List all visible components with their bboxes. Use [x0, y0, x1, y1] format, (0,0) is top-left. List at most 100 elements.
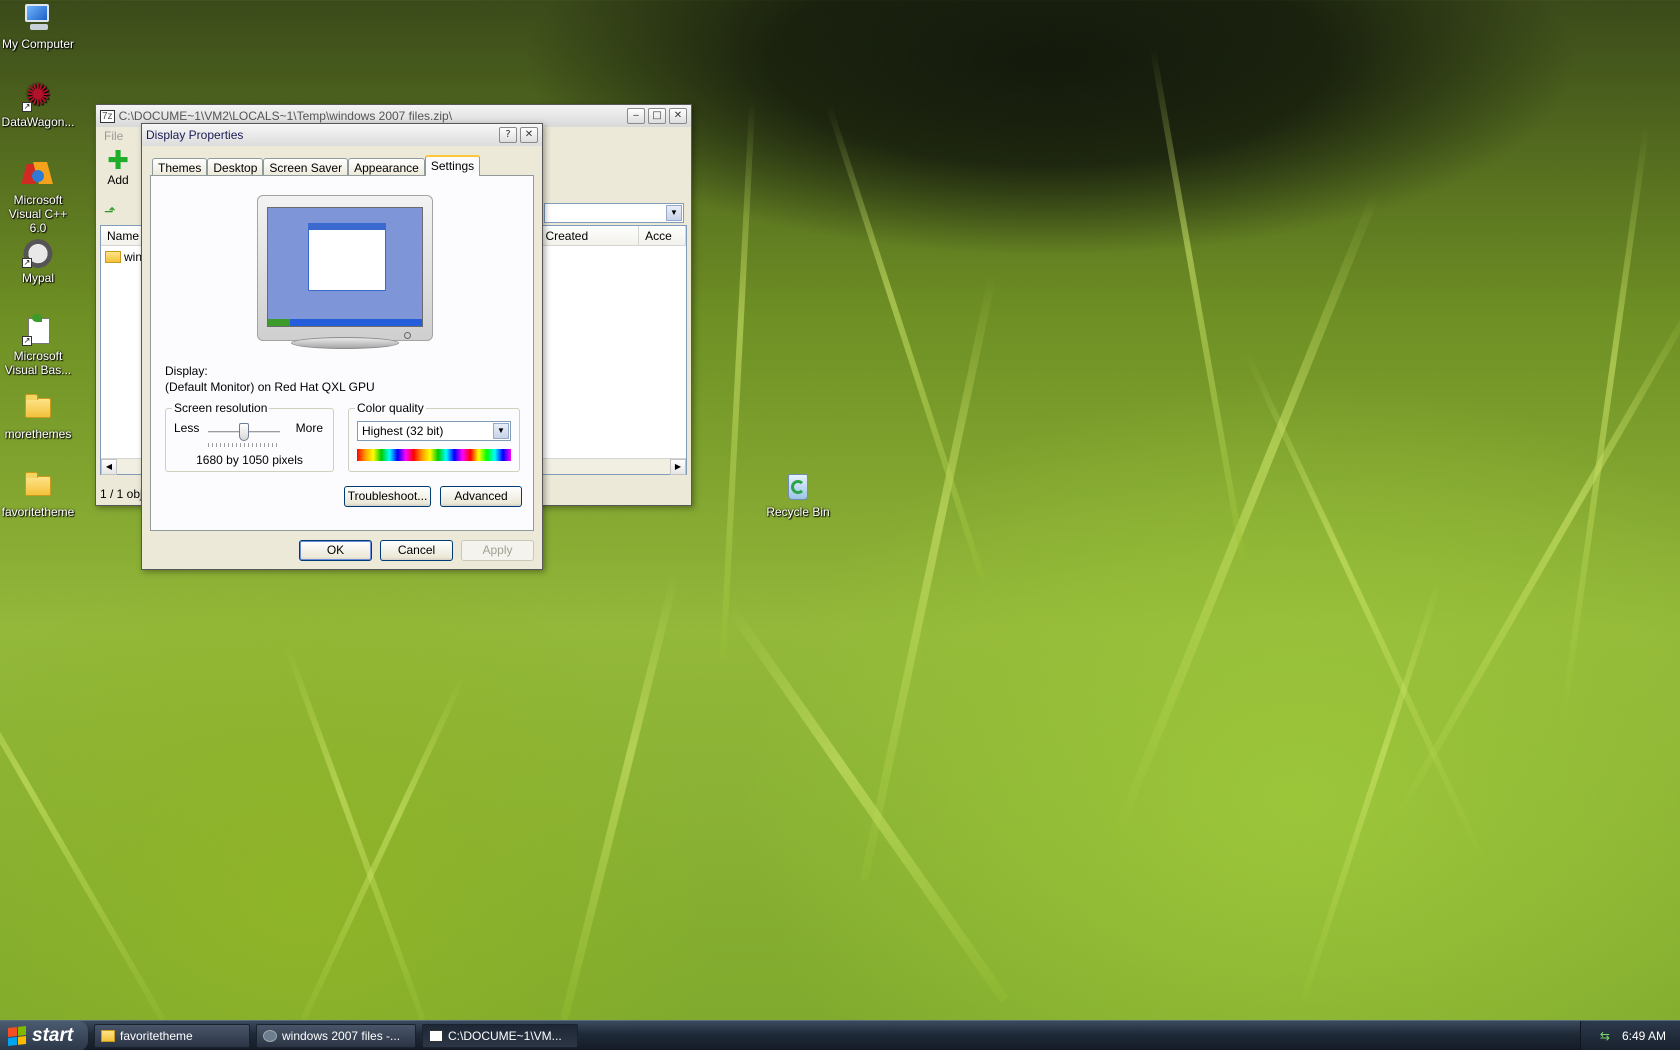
column-created[interactable]: Created: [539, 226, 640, 245]
color-spectrum-bar: [357, 449, 511, 461]
recycle-bin-icon: [782, 470, 814, 502]
mypal-icon: ↗: [22, 236, 54, 268]
scroll-left-icon[interactable]: ◀: [101, 459, 117, 475]
taskbar-item-zip-window[interactable]: C:\DOCUME~1\VM...: [422, 1023, 578, 1048]
datawagon-icon: ✺ ↗: [22, 79, 51, 112]
taskbar-item-label: C:\DOCUME~1\VM...: [448, 1028, 562, 1043]
desktop-icon-label: DataWagon...: [1, 115, 75, 129]
slider-less-label: Less: [174, 421, 200, 435]
wallpaper-grass: [1380, 283, 1680, 842]
chevron-down-icon[interactable]: ▼: [666, 205, 682, 221]
7zip-icon: 7z: [100, 109, 115, 123]
display-properties-dialog[interactable]: Display Properties ? ✕ Themes Desktop Sc…: [141, 123, 543, 570]
color-quality-title: Color quality: [355, 401, 426, 415]
wallpaper-grass: [300, 674, 467, 1022]
folder-icon: [105, 251, 121, 263]
desktop-icon-label: My Computer: [1, 37, 75, 51]
scroll-right-icon[interactable]: ▶: [670, 459, 686, 475]
close-button[interactable]: ✕: [520, 127, 538, 143]
wallpaper-grass: [725, 603, 1010, 1003]
up-folder-icon[interactable]: ⬏: [104, 204, 120, 220]
wallpaper-grass: [283, 643, 426, 1022]
desktop-icon-datawagon[interactable]: ✺ ↗ DataWagon...: [0, 79, 76, 130]
display-label: Display:: [165, 364, 208, 378]
tab-themes[interactable]: Themes: [152, 158, 208, 176]
help-button[interactable]: ?: [499, 127, 517, 143]
chevron-down-icon[interactable]: ▼: [493, 423, 509, 439]
add-button-label: Add: [107, 173, 129, 187]
start-label: start: [32, 1024, 74, 1046]
ok-button[interactable]: OK: [299, 540, 372, 561]
desktop-icon-my-computer[interactable]: My Computer: [0, 2, 76, 51]
desktop-icon-label: favoritetheme: [1, 505, 75, 519]
wallpaper-grass: [1243, 351, 1486, 862]
tab-appearance[interactable]: Appearance: [348, 158, 425, 176]
desktop-icon-label: morethemes: [4, 427, 72, 441]
color-quality-select[interactable]: Highest (32 bit) ▼: [357, 421, 511, 441]
taskbar-item-favoritetheme[interactable]: favoritetheme: [94, 1023, 250, 1048]
computer-icon: [22, 2, 54, 34]
desktop-icon-visual-basic[interactable]: ↗ Microsoft Visual Bas...: [0, 314, 76, 377]
desktop-icon-label: Recycle Bin: [766, 505, 830, 519]
slider-more-label: More: [295, 421, 323, 435]
wizard-icon: [263, 1029, 277, 1042]
desktop-icon-label: Microsoft Visual Bas...: [4, 349, 72, 377]
tab-settings[interactable]: Settings: [424, 155, 481, 176]
color-quality-group: Color quality Highest (32 bit) ▼: [348, 401, 520, 472]
wallpaper-grass: [560, 572, 680, 1021]
add-button[interactable]: ✚ Add: [102, 148, 134, 187]
color-quality-value: Highest (32 bit): [362, 424, 444, 438]
wallpaper-grass: [0, 620, 166, 1022]
monitor-preview: [257, 195, 433, 349]
minimize-button[interactable]: ‒: [627, 108, 645, 124]
clock[interactable]: 6:49 AM: [1622, 1029, 1666, 1043]
taskbar-item-label: favoritetheme: [120, 1028, 193, 1043]
desktop-icon-label: Mypal: [21, 271, 54, 285]
maximize-button[interactable]: □: [648, 108, 666, 124]
close-button[interactable]: ✕: [669, 108, 687, 124]
power-icon: [404, 332, 411, 339]
desktop-icon-visual-cpp[interactable]: Microsoft Visual C++ 6.0: [0, 158, 76, 235]
screen-resolution-group: Screen resolution Less More 1680 by 1050…: [165, 401, 334, 472]
resolution-slider-thumb[interactable]: [239, 423, 249, 441]
menu-file[interactable]: File: [104, 129, 123, 143]
wallpaper-grass: [1300, 580, 1442, 1001]
desktop-icon-label: Microsoft Visual C++ 6.0: [8, 193, 68, 235]
tab-desktop[interactable]: Desktop: [207, 158, 264, 176]
wallpaper-grass: [860, 272, 997, 881]
network-icon[interactable]: ⇆: [1600, 1029, 1610, 1043]
zip-window-title: C:\DOCUME~1\VM2\LOCALS~1\Temp\windows 20…: [118, 109, 453, 123]
apply-button[interactable]: Apply: [461, 540, 534, 561]
column-accessed[interactable]: Acce: [639, 226, 686, 245]
taskbar: start favoritetheme windows 2007 files -…: [0, 1020, 1680, 1050]
taskbar-item-zip-tool[interactable]: windows 2007 files -...: [256, 1023, 416, 1048]
7zip-icon: [429, 1029, 443, 1042]
visual-basic-icon: ↗: [22, 314, 54, 346]
cancel-button[interactable]: Cancel: [380, 540, 453, 561]
dialog-titlebar[interactable]: Display Properties ? ✕: [142, 124, 542, 146]
folder-icon: [101, 1029, 115, 1042]
dialog-tabs: Themes Desktop Screen Saver Appearance S…: [152, 154, 481, 176]
wallpaper-grass: [1149, 47, 1246, 561]
tab-screen-saver[interactable]: Screen Saver: [263, 158, 349, 176]
desktop-icon-favoritetheme[interactable]: favoritetheme: [0, 470, 76, 519]
troubleshoot-button[interactable]: Troubleshoot...: [344, 486, 431, 507]
wallpaper-grass: [825, 103, 986, 581]
address-field[interactable]: ▼: [544, 203, 684, 223]
desktop-icon-mypal[interactable]: ↗ Mypal: [0, 236, 76, 285]
list-item-name: win: [124, 250, 143, 264]
desktop-icon-recycle-bin[interactable]: Recycle Bin: [760, 470, 836, 519]
start-button[interactable]: start: [0, 1020, 88, 1050]
advanced-button[interactable]: Advanced: [440, 486, 522, 507]
system-tray: ⇆ 6:49 AM: [1580, 1021, 1680, 1050]
display-value: (Default Monitor) on Red Hat QXL GPU: [165, 380, 375, 394]
desktop-icon-morethemes[interactable]: morethemes: [0, 392, 76, 441]
taskbar-item-label: windows 2007 files -...: [282, 1028, 401, 1043]
screen-resolution-title: Screen resolution: [172, 401, 270, 415]
wallpaper-grass: [1560, 125, 1650, 721]
list-item[interactable]: win: [105, 250, 142, 264]
slider-ticks: [208, 443, 280, 447]
folder-icon: [22, 470, 54, 502]
wallpaper-grass: [720, 100, 756, 661]
resolution-value: 1680 by 1050 pixels: [196, 453, 303, 467]
